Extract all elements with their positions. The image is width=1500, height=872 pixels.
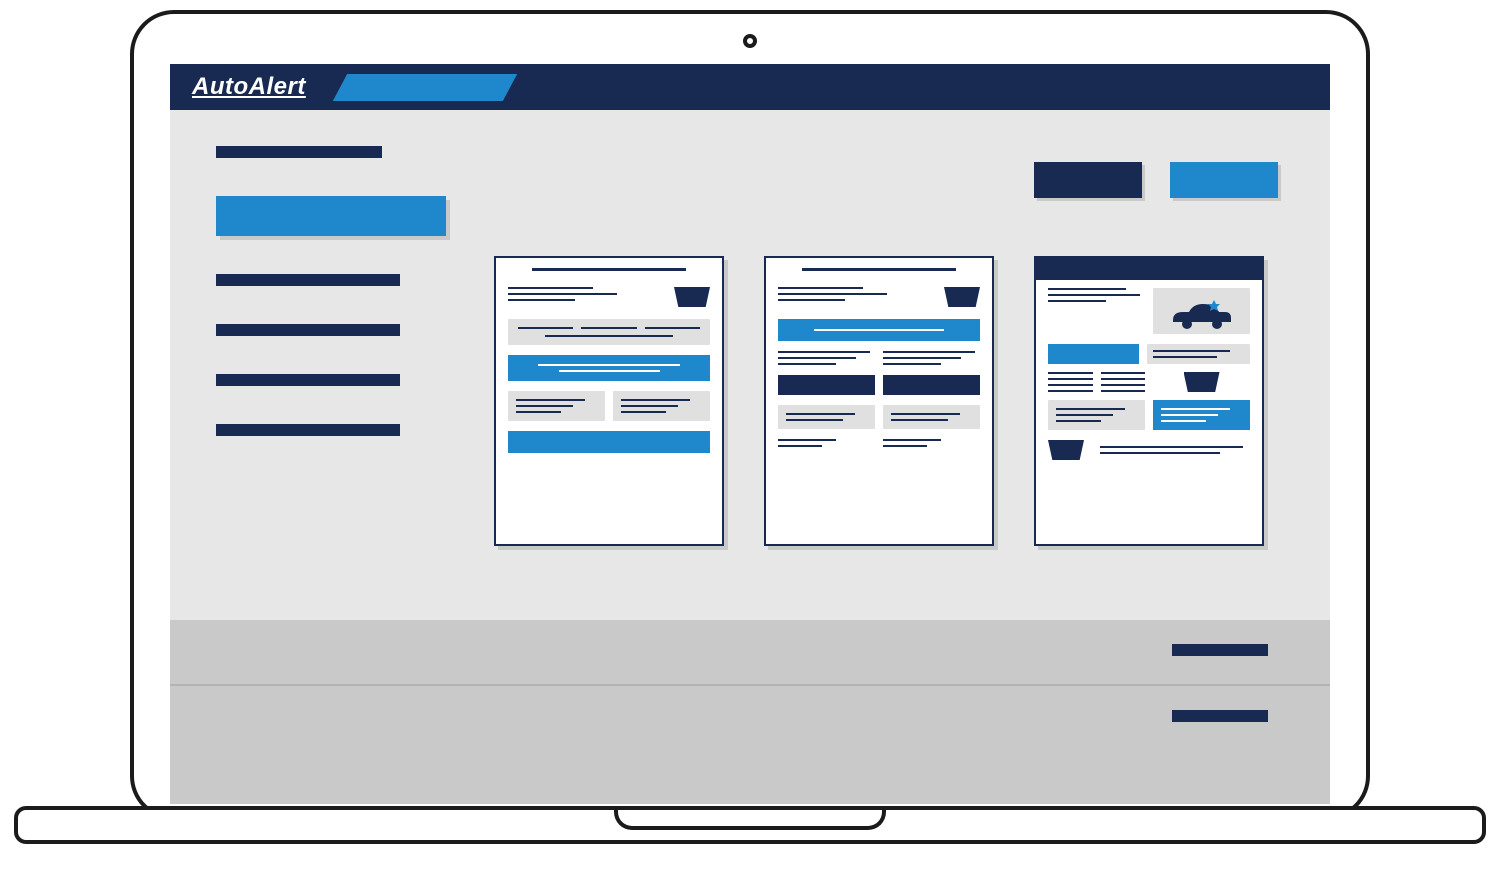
bottom-strip-1 [170, 620, 1330, 686]
template-card-1[interactable] [494, 256, 724, 546]
vendor-logo: AutoAlert [192, 73, 306, 101]
nav-item-6[interactable] [216, 424, 400, 436]
template-preview-row [494, 256, 1290, 546]
nav-item-1[interactable] [216, 146, 382, 158]
template-card-3[interactable] [1034, 256, 1264, 546]
car-icon [1169, 298, 1235, 332]
laptop-screen: AutoAlert [170, 64, 1330, 804]
accent-action-button[interactable] [1170, 162, 1278, 198]
strip-action-2[interactable] [1172, 710, 1268, 722]
primary-action-button[interactable] [1034, 162, 1142, 198]
app-screen: AutoAlert [170, 64, 1330, 804]
camera-icon [743, 34, 757, 48]
laptop-frame: AutoAlert [130, 10, 1370, 820]
bottom-strip-2 [170, 686, 1330, 804]
nav-item-3[interactable] [216, 274, 400, 286]
trapezoid-icon [1184, 372, 1220, 392]
sidebar-nav [216, 146, 446, 436]
strip-action-1[interactable] [1172, 644, 1268, 656]
active-tab[interactable] [333, 74, 517, 101]
trapezoid-icon [674, 287, 710, 307]
nav-item-5[interactable] [216, 374, 400, 386]
laptop-base [14, 806, 1486, 854]
nav-item-selected[interactable] [216, 196, 446, 236]
template-card-2[interactable] [764, 256, 994, 546]
trapezoid-icon [944, 287, 980, 307]
trapezoid-icon [1048, 440, 1084, 460]
top-bar: AutoAlert [170, 64, 1330, 110]
nav-item-4[interactable] [216, 324, 400, 336]
